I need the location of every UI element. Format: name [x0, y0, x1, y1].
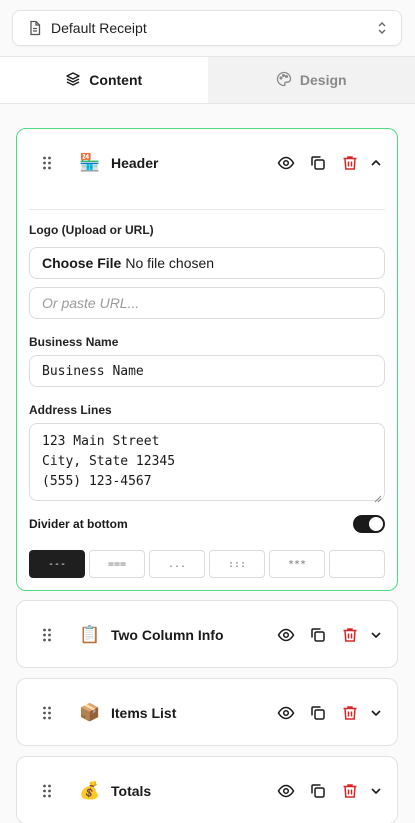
tab-design[interactable]: Design — [207, 57, 415, 103]
drag-handle-icon[interactable] — [39, 155, 55, 171]
toggle-knob — [369, 517, 383, 531]
template-select[interactable]: Default Receipt — [12, 10, 402, 46]
choose-file-button[interactable]: Choose File — [42, 255, 121, 271]
money-bag-icon: 💰 — [79, 781, 101, 800]
section-title: Totals — [111, 783, 152, 799]
resize-handle-icon[interactable] — [374, 490, 382, 503]
trash-icon[interactable] — [341, 626, 359, 644]
chevron-up-down-icon — [375, 20, 389, 36]
section-header-bar[interactable]: 📋 Two Column Info — [17, 601, 397, 669]
tab-content[interactable]: Content — [0, 57, 208, 103]
logo-label: Logo (Upload or URL) — [29, 223, 154, 237]
divider-style-double[interactable]: === — [89, 550, 145, 578]
copy-icon[interactable] — [309, 782, 327, 800]
section-header-bar[interactable]: 🏪 Header — [17, 129, 397, 197]
address-lines-label: Address Lines — [29, 403, 112, 417]
clipboard-icon: 📋 — [79, 625, 101, 644]
divider-style-dash[interactable]: --- — [29, 550, 85, 578]
tab-design-label: Design — [299, 72, 347, 88]
section-card-header: 🏪 Header Logo (Upload or URL) Choose Fil… — [16, 128, 398, 591]
chevron-up-icon[interactable] — [367, 154, 385, 172]
section-title: Items List — [111, 705, 177, 721]
address-line: City, State 12345 — [42, 454, 176, 469]
divider-style-colons[interactable]: ::: — [209, 550, 265, 578]
section-actions — [277, 626, 359, 644]
section-divider — [29, 209, 385, 210]
address-line: 123 Main Street — [42, 434, 160, 449]
section-actions — [277, 154, 359, 172]
section-title: Two Column Info — [111, 627, 224, 643]
divider-style-dots[interactable]: ... — [149, 550, 205, 578]
section-card-two-column-info: 📋 Two Column Info — [16, 600, 398, 668]
divider-style-stars[interactable]: *** — [269, 550, 325, 578]
copy-icon[interactable] — [309, 626, 327, 644]
eye-icon[interactable] — [277, 704, 295, 722]
chevron-down-icon[interactable] — [367, 704, 385, 722]
logo-url-input[interactable]: Or paste URL... — [29, 287, 385, 319]
store-icon: 🏪 — [79, 153, 101, 172]
business-name-label: Business Name — [29, 335, 119, 349]
drag-handle-icon[interactable] — [39, 627, 55, 643]
chevron-down-icon[interactable] — [367, 626, 385, 644]
file-status: No file chosen — [125, 255, 215, 271]
document-icon — [27, 20, 43, 36]
logo-file-input[interactable]: Choose File No file chosen — [29, 247, 385, 279]
section-actions — [277, 782, 359, 800]
eye-icon[interactable] — [277, 154, 295, 172]
trash-icon[interactable] — [341, 782, 359, 800]
address-line: (555) 123-4567 — [42, 474, 152, 489]
section-card-items-list: 📦 Items List — [16, 678, 398, 746]
section-header-bar[interactable]: 📦 Items List — [17, 679, 397, 747]
drag-handle-icon[interactable] — [39, 705, 55, 721]
package-icon: 📦 — [79, 703, 101, 722]
divider-style-none[interactable] — [329, 550, 385, 578]
editor-tabs: Content Design — [0, 56, 415, 104]
section-card-totals: 💰 Totals — [16, 756, 398, 823]
section-header-bar[interactable]: 💰 Totals — [17, 757, 397, 823]
business-name-input[interactable]: Business Name — [29, 355, 385, 387]
eye-icon[interactable] — [277, 626, 295, 644]
trash-icon[interactable] — [341, 704, 359, 722]
trash-icon[interactable] — [341, 154, 359, 172]
divider-toggle[interactable] — [353, 515, 385, 533]
business-name-value: Business Name — [42, 363, 144, 379]
copy-icon[interactable] — [309, 704, 327, 722]
palette-icon — [276, 71, 292, 90]
copy-icon[interactable] — [309, 154, 327, 172]
divider-toggle-row: Divider at bottom — [29, 515, 385, 533]
chevron-down-icon[interactable] — [367, 782, 385, 800]
divider-style-options: --- === ... ::: *** — [29, 550, 385, 578]
eye-icon[interactable] — [277, 782, 295, 800]
section-actions — [277, 704, 359, 722]
layers-icon — [65, 71, 81, 90]
drag-handle-icon[interactable] — [39, 783, 55, 799]
address-lines-textarea[interactable]: 123 Main Street City, State 12345 (555) … — [29, 423, 385, 503]
template-select-value: Default Receipt — [51, 20, 147, 36]
section-title: Header — [111, 155, 159, 171]
divider-toggle-label: Divider at bottom — [29, 517, 128, 531]
tab-content-label: Content — [89, 72, 143, 88]
logo-url-placeholder: Or paste URL... — [42, 295, 140, 311]
